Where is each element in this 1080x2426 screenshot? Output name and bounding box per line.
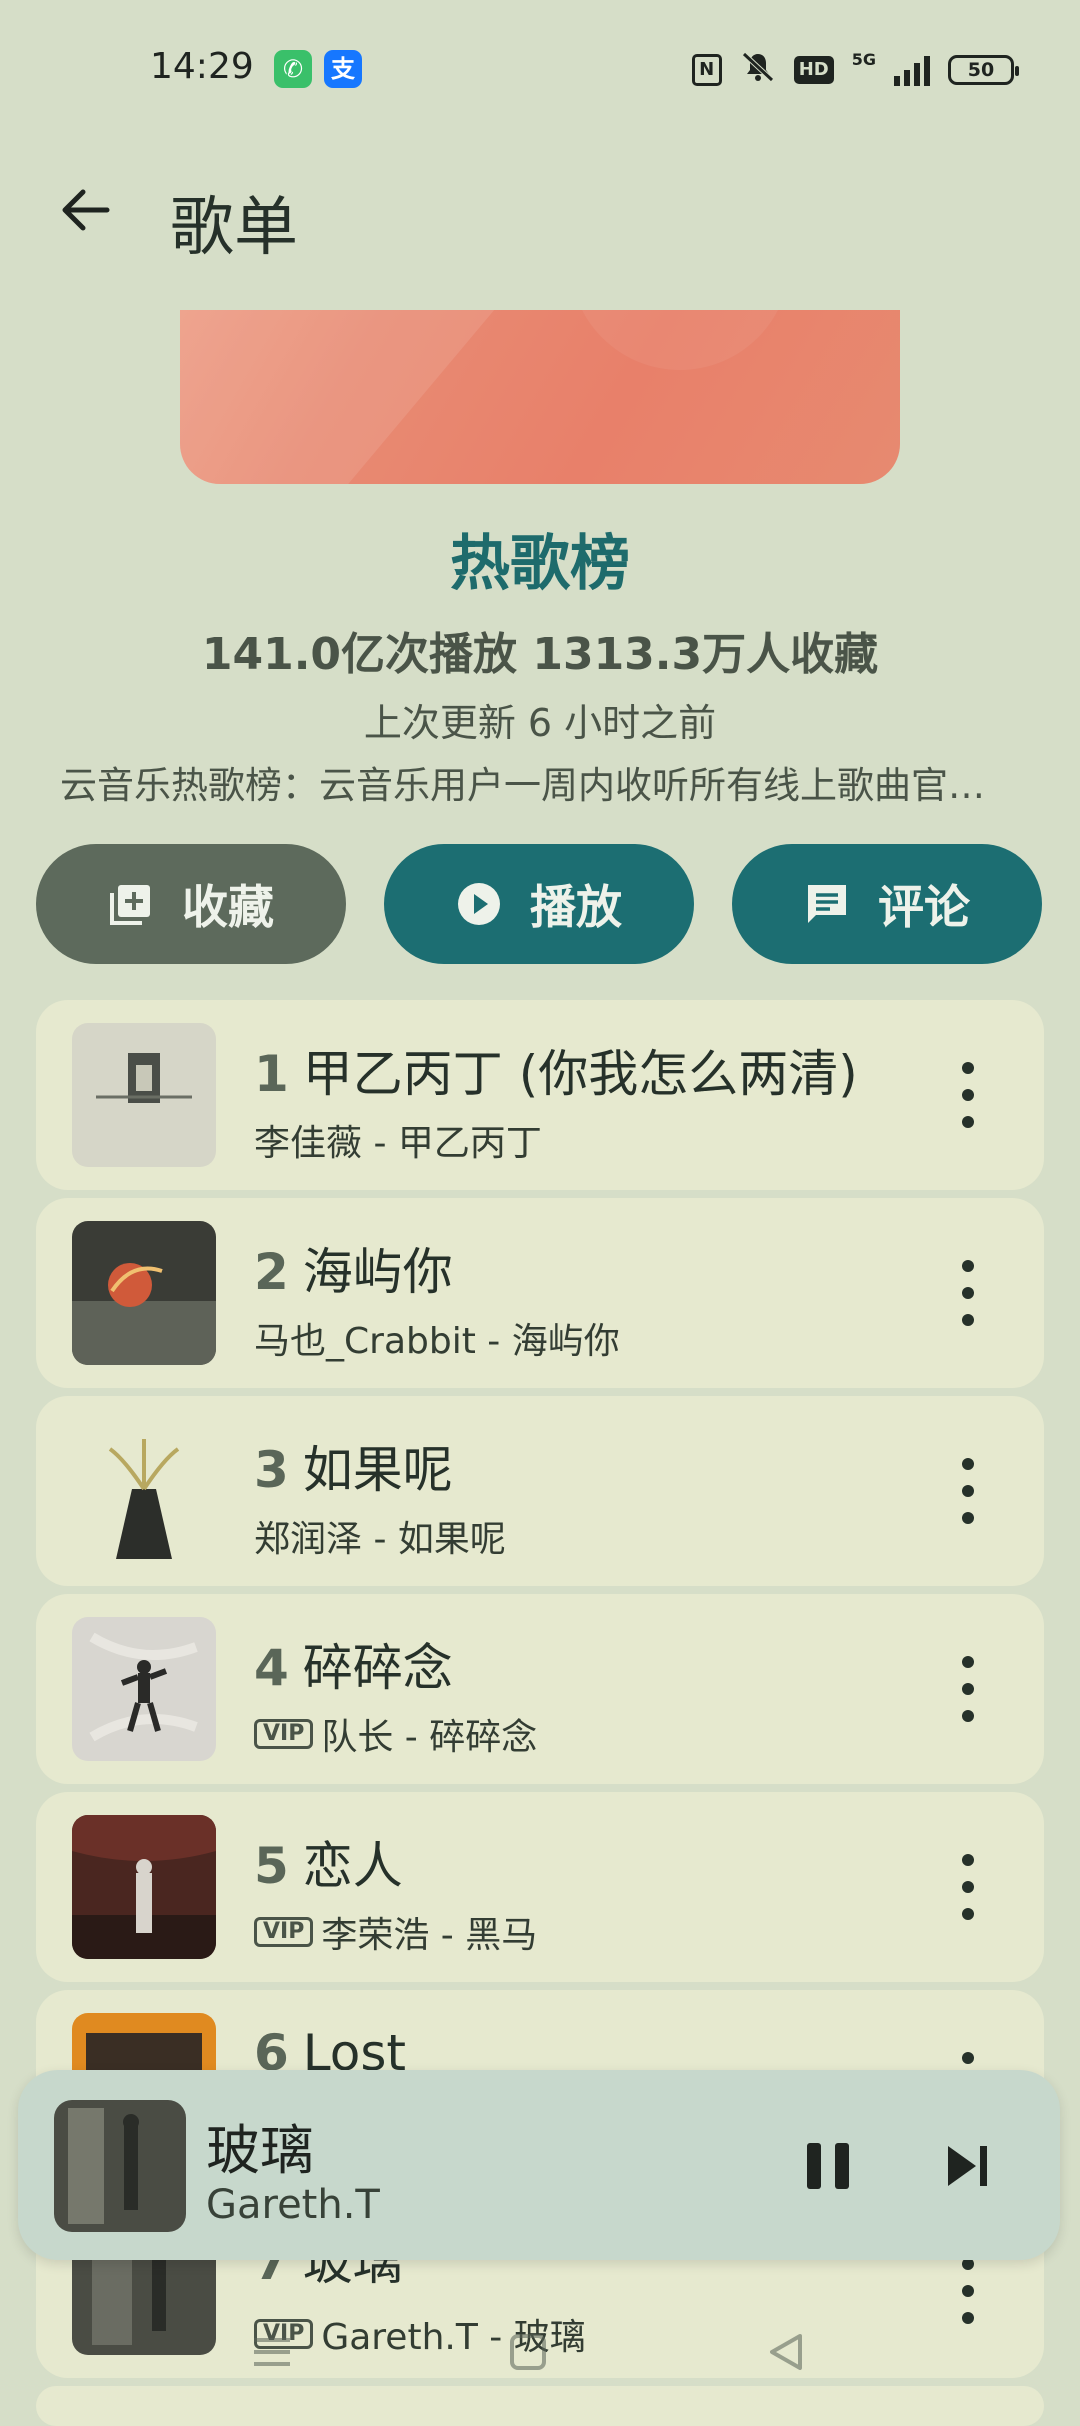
play-circle-icon <box>456 881 502 927</box>
system-nav-bar <box>0 2320 1080 2390</box>
favorite-button[interactable]: 收藏 <box>36 844 346 964</box>
arrow-left-icon <box>62 189 110 231</box>
playlist-updated: 上次更新 6 小时之前 <box>363 701 717 745</box>
song-subtitle: 郑润泽 - 如果呢 <box>254 1510 506 1562</box>
song-artist-album: 李荣浩 - 黑马 <box>321 1915 538 1956</box>
album-art <box>72 1419 216 1563</box>
song-artist-album: 郑润泽 - 如果呢 <box>254 1519 506 1560</box>
album-art <box>72 1617 216 1761</box>
skip-next-icon <box>948 2146 987 2186</box>
pause-icon <box>807 2143 821 2189</box>
mute-icon <box>740 50 776 90</box>
song-artist-album: 队长 - 碎碎念 <box>321 1717 538 1758</box>
more-options-button[interactable] <box>958 1656 978 1722</box>
comment-icon <box>804 881 850 927</box>
song-title: 4 碎碎念 <box>254 1628 914 1700</box>
favorite-button-label: 收藏 <box>182 880 274 934</box>
more-options-button[interactable] <box>958 1260 978 1326</box>
top-app-bar: 歌单 <box>0 160 1080 270</box>
hd-icon: HD <box>793 56 834 84</box>
song-rank: 1 <box>254 1045 289 1103</box>
song-row[interactable]: 5 恋人 VIP 李荣浩 - 黑马 <box>36 1792 1044 1982</box>
song-rank: 4 <box>254 1639 289 1697</box>
mini-player[interactable]: 玻璃 Gareth.T <box>18 2070 1060 2260</box>
home-nav-icon[interactable] <box>508 2332 548 2376</box>
song-title: 5 恋人 <box>254 1826 914 1898</box>
battery-icon: 50 <box>948 55 1019 85</box>
alipay-app-icon: 支 <box>324 50 362 88</box>
vip-badge: VIP <box>254 1917 314 1947</box>
song-subtitle: VIP 李荣浩 - 黑马 <box>254 1906 537 1958</box>
song-subtitle: 李佳薇 - 甲乙丙丁 <box>254 1114 542 1166</box>
more-vert-icon <box>962 1458 974 1470</box>
playlist-name: 热歌榜 <box>450 529 630 599</box>
status-time: 14:29 <box>150 46 254 87</box>
signal-icon <box>894 54 930 86</box>
page-title: 歌单 <box>170 191 298 265</box>
more-vert-icon <box>962 1854 974 1866</box>
playlist-cover-image <box>180 310 900 484</box>
song-row[interactable]: 2 海屿你 马也_Crabbit - 海屿你 <box>36 1198 1044 1388</box>
more-options-button[interactable] <box>958 2258 978 2324</box>
network-type-label: 5G <box>851 50 876 69</box>
song-title: 1 甲乙丙丁 (你我怎么两清) <box>254 1034 914 1106</box>
song-title-text: 甲乙丙丁 (你我怎么两清) <box>302 1045 858 1103</box>
menu-nav-icon[interactable] <box>250 2332 294 2376</box>
playlist-description[interactable]: 云音乐热歌榜：云音乐用户一周内收听所有线上歌曲官方TOP排行榜，每日更新。 <box>60 755 1020 809</box>
comment-button[interactable]: 评论 <box>732 844 1042 964</box>
now-playing-artist: Gareth.T <box>206 2182 380 2228</box>
song-rank: 2 <box>254 1243 289 1301</box>
song-row[interactable]: 1 甲乙丙丁 (你我怎么两清) 李佳薇 - 甲乙丙丁 <box>36 1000 1044 1190</box>
now-playing-album-art <box>54 2100 186 2232</box>
play-all-button-label: 播放 <box>530 880 622 934</box>
song-artist-album: 李佳薇 - 甲乙丙丁 <box>254 1123 542 1164</box>
now-playing-title: 玻璃 <box>206 2119 314 2182</box>
status-bar: 14:29 ✆ 支 N HD 5G 50 <box>0 0 1080 120</box>
vip-badge: VIP <box>254 1719 314 1749</box>
more-vert-icon <box>962 1260 974 1272</box>
song-title-text: 如果呢 <box>302 1441 453 1499</box>
more-options-button[interactable] <box>958 1458 978 1524</box>
song-row-partial[interactable] <box>36 2386 1044 2426</box>
album-art <box>72 1815 216 1959</box>
song-title-text: 恋人 <box>302 1837 403 1895</box>
song-rank: 5 <box>254 1837 289 1895</box>
song-subtitle: VIP 队长 - 碎碎念 <box>254 1708 537 1760</box>
phone-app-icon: ✆ <box>274 50 312 88</box>
song-title-text: 碎碎念 <box>302 1639 453 1697</box>
back-button[interactable] <box>50 180 120 250</box>
more-options-button[interactable] <box>958 1062 978 1128</box>
more-options-button[interactable] <box>958 1854 978 1920</box>
add-library-icon <box>108 881 154 927</box>
song-rank: 3 <box>254 1441 289 1499</box>
more-vert-icon <box>962 2052 974 2064</box>
song-artist-album: 马也_Crabbit - 海屿你 <box>254 1321 620 1362</box>
song-subtitle: 马也_Crabbit - 海屿你 <box>254 1312 620 1364</box>
song-title-text: 海屿你 <box>302 1243 453 1301</box>
skip-next-button[interactable] <box>938 2136 998 2196</box>
album-art <box>72 1023 216 1167</box>
comment-button-label: 评论 <box>878 880 970 934</box>
nfc-icon: N <box>691 54 722 86</box>
more-vert-icon <box>962 1656 974 1668</box>
song-row[interactable]: 4 碎碎念 VIP 队长 - 碎碎念 <box>36 1594 1044 1784</box>
back-nav-icon[interactable] <box>766 2332 806 2376</box>
song-title: 2 海屿你 <box>254 1232 914 1304</box>
more-vert-icon <box>962 1062 974 1074</box>
playlist-stats: 141.0亿次播放 1313.3万人收藏 <box>201 629 879 680</box>
play-all-button[interactable]: 播放 <box>384 844 694 964</box>
song-row[interactable]: 3 如果呢 郑润泽 - 如果呢 <box>36 1396 1044 1586</box>
pause-button[interactable] <box>798 2136 858 2196</box>
album-art <box>72 1221 216 1365</box>
song-title: 3 如果呢 <box>254 1430 914 1502</box>
